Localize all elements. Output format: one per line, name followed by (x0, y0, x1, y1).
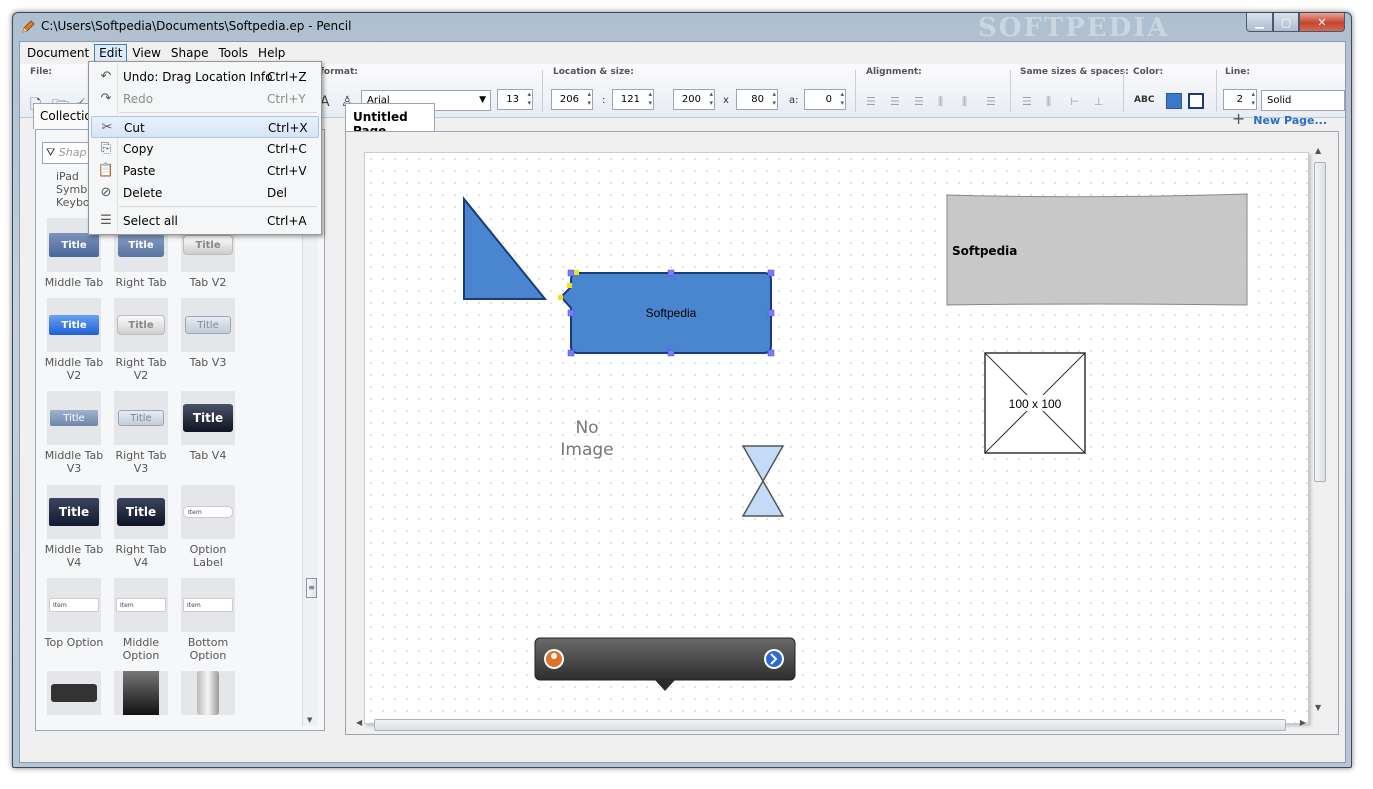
canvas-container: Softpedia Softpedia No Image 100 x 100 ▲… (345, 131, 1339, 735)
canvas-shapes: Softpedia Softpedia No Image 100 x 100 (463, 193, 1248, 691)
new-page-button[interactable]: + New Page... (1232, 109, 1327, 128)
paste-icon: 📋 (97, 163, 115, 178)
shape-right-tab-v2[interactable]: Title Right Tab V2 (108, 298, 174, 382)
select-all-icon: ☰ (100, 213, 112, 228)
shape-middle-option[interactable]: Item Middle Option (108, 578, 174, 662)
window-title: C:\Users\Softpedia\Documents\Softpedia.e… (41, 19, 352, 33)
scroll-up-icon[interactable]: ▲ (1315, 146, 1321, 155)
image-placeholder-label: 100 x 100 (1009, 397, 1062, 411)
format-label: format: (320, 67, 358, 77)
shape-dark-bar[interactable] (108, 671, 174, 719)
shape-popover[interactable] (41, 671, 107, 719)
hourglass-bottom[interactable] (741, 479, 785, 517)
arrow-icon-fill (766, 651, 782, 667)
copy-icon: ⎘ (100, 141, 112, 156)
resize-handle-tr[interactable] (767, 269, 775, 277)
menu-help[interactable]: Help (253, 44, 290, 62)
shape-tab-v3[interactable]: Title Tab V3 (175, 298, 241, 369)
dark-bar-thumbnail (123, 671, 159, 715)
popover-thumbnail (51, 684, 97, 702)
resize-handle-tm[interactable] (667, 269, 675, 277)
delete-icon: ⊘ (100, 185, 112, 200)
no-image-line1: No (575, 418, 598, 438)
canvas-vertical-scrollbar[interactable]: ▲ ▼ (1312, 146, 1328, 712)
notch-handle[interactable] (574, 270, 579, 275)
edit-menu-dropdown: ↶ Undo: Drag Location Info Ctrl+Z ↷ Redo… (88, 61, 322, 235)
menu-tools[interactable]: Tools (213, 44, 253, 62)
menu-shape[interactable]: Shape (166, 44, 214, 62)
horizontal-scroll-thumb[interactable] (374, 719, 1286, 731)
shape-option-label[interactable]: Item Option Label (175, 485, 241, 569)
color-label: Color: (1133, 67, 1164, 77)
undo-icon: ↶ (100, 69, 112, 84)
file-label: File: (30, 67, 53, 77)
shape-tab-v4[interactable]: Title Tab V4 (175, 391, 241, 462)
cut-icon: ✂ (101, 120, 113, 135)
popover-bar-shape[interactable] (534, 637, 796, 691)
shape-bottom-option[interactable]: Item Bottom Option (175, 578, 241, 662)
pencil-app-icon (22, 20, 35, 33)
title-bar: C:\Users\Softpedia\Documents\Softpedia.e… (13, 13, 1351, 43)
menu-item-undo[interactable]: ↶ Undo: Drag Location Info Ctrl+Z (91, 66, 319, 88)
silver-bar-thumbnail (197, 671, 219, 715)
canvas-area: Untitled Page +New Page... Softpedia (345, 103, 1339, 735)
plus-icon: + (1231, 109, 1246, 128)
maximize-button[interactable]: ▢ (1273, 13, 1299, 32)
triangle-shape[interactable] (463, 196, 548, 300)
shape-right-tab-v3[interactable]: Title Right Tab V3 (108, 391, 174, 475)
shape-middle-tab-v4[interactable]: Title Middle Tab V4 (41, 485, 107, 569)
canvas-horizontal-scrollbar[interactable]: ◀ ▶ (356, 718, 1306, 732)
close-button[interactable]: ✕ (1299, 13, 1345, 32)
softpedia-watermark: SOFTPEDIA (978, 13, 1170, 43)
scrollbar-thumb[interactable]: ≡ (306, 578, 317, 598)
shape-top-option[interactable]: Item Top Option (41, 578, 107, 649)
resize-handle-ml[interactable] (567, 309, 575, 317)
vertical-scroll-thumb[interactable] (1314, 162, 1326, 482)
user-icon-head (551, 653, 557, 659)
line-label: Line: (1225, 67, 1250, 77)
location-size-label: Location & size: (553, 67, 634, 77)
alignment-label: Alignment: (866, 67, 922, 77)
notch-handle[interactable] (567, 283, 572, 288)
hourglass-top[interactable] (741, 445, 785, 483)
shape-right-tab-v4[interactable]: Title Right Tab V4 (108, 485, 174, 569)
menu-document[interactable]: Document (22, 44, 94, 62)
menu-item-copy[interactable]: ⎘ Copy Ctrl+C (91, 138, 319, 160)
shape-middle-tab-v2[interactable]: Title Middle Tab V2 (41, 298, 107, 382)
maximize-icon: ▢ (1280, 15, 1292, 29)
tab-untitled-page[interactable]: Untitled Page (345, 103, 435, 138)
menu-item-redo[interactable]: ↷ Redo Ctrl+Y (91, 88, 319, 110)
scroll-down-icon[interactable]: ▼ (307, 716, 312, 724)
shape-silver-bar[interactable] (175, 671, 241, 719)
filter-icon: ⛛ (46, 146, 56, 159)
notch-handle[interactable] (558, 295, 563, 300)
collections-scrollbar[interactable]: ≡ ▼ (302, 170, 318, 726)
menu-item-select-all[interactable]: ☰ Select all Ctrl+A (91, 210, 319, 232)
redo-icon: ↷ (100, 91, 112, 106)
menu-view[interactable]: View (127, 44, 165, 62)
drawing-page[interactable]: Softpedia Softpedia No Image 100 x 100 (364, 152, 1309, 724)
scroll-left-icon[interactable]: ◀ (356, 718, 362, 727)
same-sizes-label: Same sizes & spaces: (1020, 67, 1129, 77)
resize-handle-bl[interactable] (567, 349, 575, 357)
resize-handle-mr[interactable] (767, 309, 775, 317)
menu-item-delete[interactable]: ⊘ Delete Del (91, 182, 319, 204)
shape-middle-tab-v3[interactable]: Title Middle Tab V3 (41, 391, 107, 475)
scroll-right-icon[interactable]: ▶ (1300, 718, 1306, 727)
minimize-button[interactable]: ▁ (1246, 13, 1273, 32)
rectangle-label: Softpedia (646, 306, 697, 320)
resize-handle-br[interactable] (767, 349, 775, 357)
resize-handle-bm[interactable] (667, 349, 675, 357)
menu-separator (119, 206, 317, 207)
scroll-down-icon[interactable]: ▼ (1315, 703, 1321, 712)
menu-item-paste[interactable]: 📋 Paste Ctrl+V (91, 160, 319, 182)
resize-handle-tl[interactable] (567, 269, 575, 277)
menu-edit[interactable]: Edit (94, 44, 128, 62)
sketch-box-label: Softpedia (952, 244, 1017, 258)
close-icon: ✕ (1317, 15, 1327, 29)
minimize-icon: ▁ (1255, 15, 1264, 29)
no-image-line2: Image (560, 440, 613, 460)
menu-separator (119, 112, 317, 113)
menu-item-cut[interactable]: ✂ Cut Ctrl+X (91, 116, 319, 138)
